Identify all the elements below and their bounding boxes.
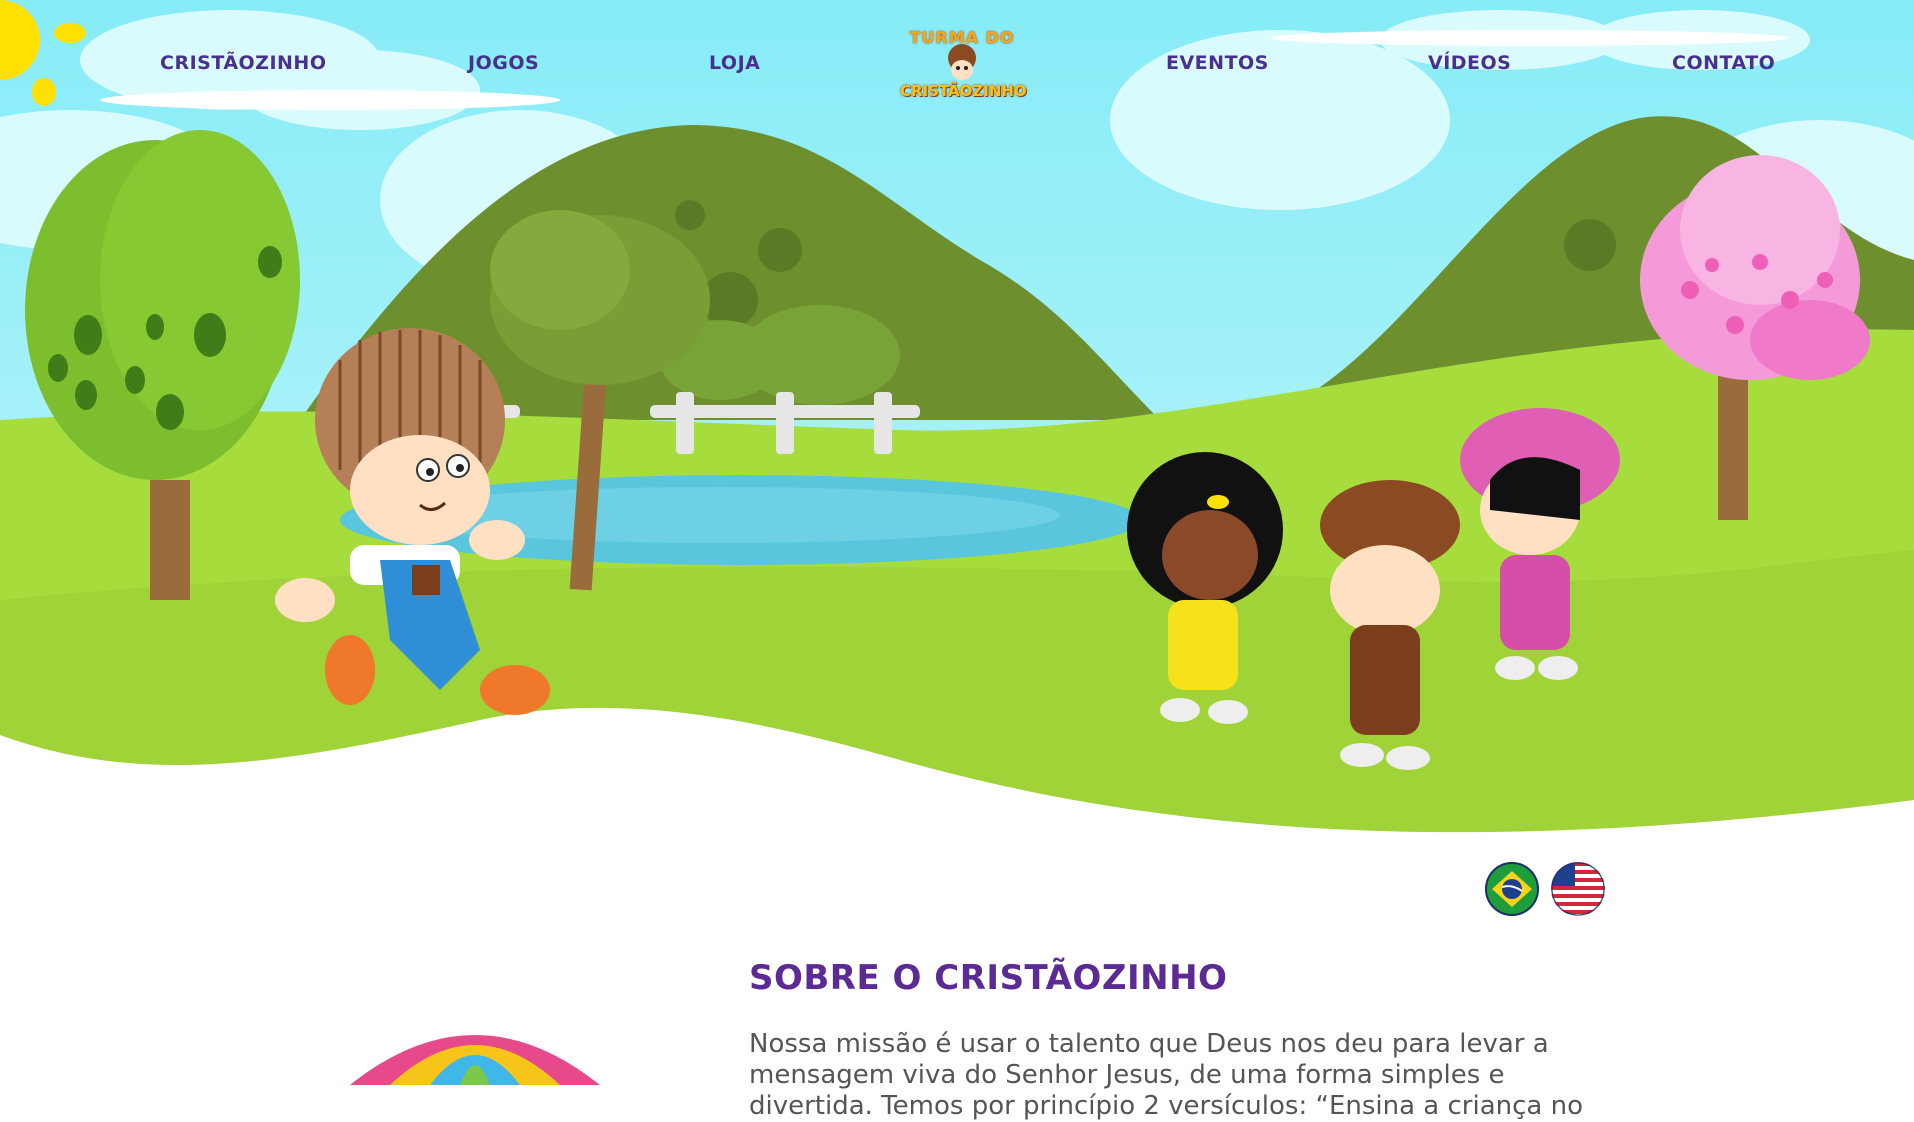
- nav-link-loja[interactable]: LOJA: [709, 52, 760, 74]
- nav-link-jogos[interactable]: JOGOS: [468, 52, 539, 74]
- nav-link-cristaozinho[interactable]: CRISTÃOZINHO: [160, 52, 326, 74]
- logo-face-icon: [948, 44, 976, 80]
- balloon-illustration: [350, 1035, 600, 1085]
- language-selector: [1485, 862, 1615, 920]
- nav-link-contato[interactable]: CONTATO: [1672, 52, 1775, 74]
- nav-link-eventos[interactable]: EVENTOS: [1166, 52, 1269, 74]
- about-title: SOBRE O CRISTÃOZINHO: [749, 958, 1228, 999]
- flag-usa-icon[interactable]: [1551, 862, 1605, 916]
- flag-brazil-icon[interactable]: [1485, 862, 1539, 916]
- hero-illustration: [0, 0, 1914, 880]
- logo-line2: CRISTÃOZINHO: [900, 82, 1027, 100]
- about-text: Nossa missão é usar o talento que Deus n…: [749, 1029, 1584, 1121]
- nav-link-videos[interactable]: VÍDEOS: [1428, 52, 1511, 74]
- site-logo[interactable]: TURMA DO CRISTÃOZINHO: [900, 24, 1027, 108]
